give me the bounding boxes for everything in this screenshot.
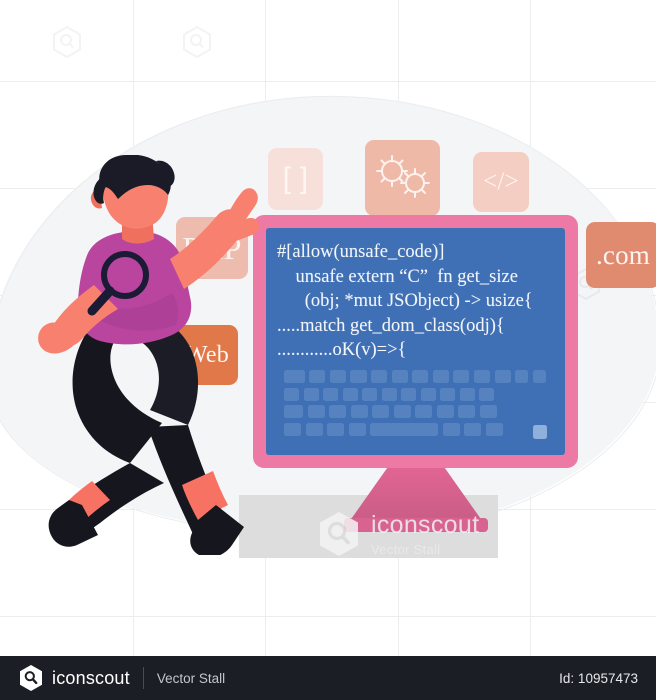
tag-bugs xyxy=(365,140,440,216)
grid-line-horizontal xyxy=(0,616,656,617)
computer-monitor: #[allow(unsafe_code)] unsafe extern “C” … xyxy=(253,215,578,468)
footer-author: Vector Stall xyxy=(156,670,226,686)
tag-brackets-label: [ ] xyxy=(282,162,309,195)
keyboard-row xyxy=(284,387,546,401)
watermark-hex-icon xyxy=(182,26,212,58)
monitor-stand-base xyxy=(344,518,488,532)
footer-asset-id: Id: 10957473 xyxy=(559,670,638,686)
tag-code: </> xyxy=(473,152,529,212)
code-text: #[allow(unsafe_code)] unsafe extern “C” … xyxy=(277,242,533,361)
footer-brand: iconscout xyxy=(18,664,130,692)
tag-com: .com xyxy=(586,222,656,288)
bug-icon xyxy=(375,155,430,198)
keyboard-illustration xyxy=(284,370,547,440)
monitor-screen: #[allow(unsafe_code)] unsafe extern “C” … xyxy=(266,228,565,455)
code-tag-icon: </> xyxy=(483,168,519,195)
watermark-hex-icon xyxy=(52,26,82,58)
footer-divider xyxy=(142,667,144,689)
tag-com-label: .com xyxy=(595,239,651,270)
developer-character xyxy=(30,155,280,555)
footer-brand-name: iconscout xyxy=(52,667,130,688)
keyboard-row xyxy=(284,405,546,418)
footer-bar: iconscout Vector Stall Id: 10957473 xyxy=(0,656,656,700)
iconscout-logo-icon xyxy=(20,665,42,691)
screen-indicator-dot xyxy=(533,425,547,439)
keyboard-row xyxy=(284,422,546,436)
keyboard-row xyxy=(284,370,547,383)
grid-line-horizontal xyxy=(0,81,656,82)
illustration-canvas: [ ] </> .com Web #[allow(unsafe_code)] u… xyxy=(0,0,656,656)
